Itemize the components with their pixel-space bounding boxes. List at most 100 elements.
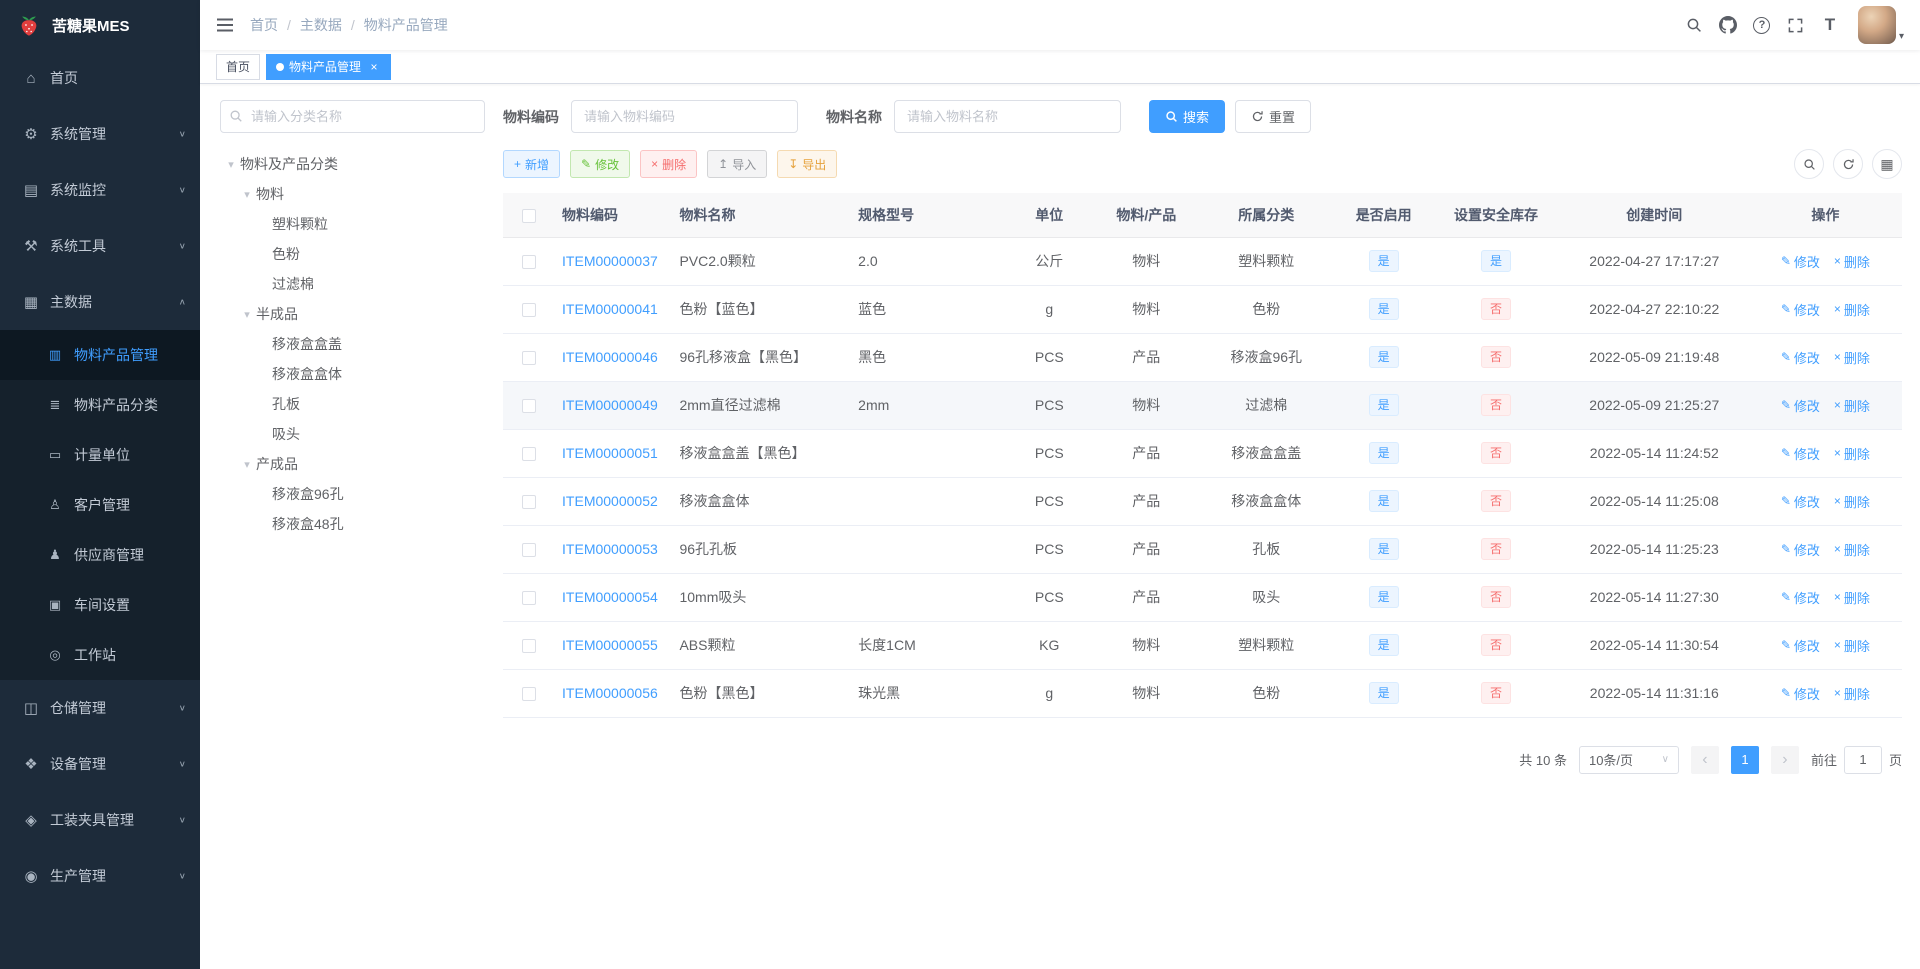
tree-node[interactable]: 色粉	[220, 239, 485, 269]
sidebar-toggle-icon[interactable]	[216, 17, 234, 33]
tree-node[interactable]: ▾ 产成品	[220, 449, 485, 479]
delete-row-button[interactable]: × 删除	[1834, 588, 1870, 607]
sidebar-item-production-management[interactable]: ◉ 生产管理 ∨	[0, 848, 200, 904]
sidebar-item-system-management[interactable]: ⚙ 系统管理 ∨	[0, 106, 200, 162]
font-size-icon[interactable]: T	[1814, 8, 1846, 42]
sidebar-item-customer-management[interactable]: ♙ 客户管理	[0, 480, 200, 530]
sidebar-item-tooling-fixture-management[interactable]: ◈ 工装夹具管理 ∨	[0, 792, 200, 848]
material-code-link[interactable]: ITEM00000037	[562, 253, 658, 269]
refresh-button[interactable]	[1833, 149, 1863, 179]
close-icon[interactable]: ×	[367, 60, 381, 74]
tree-node[interactable]: ▾ 半成品	[220, 299, 485, 329]
delete-row-button[interactable]: × 删除	[1834, 252, 1870, 271]
delete-row-button[interactable]: × 删除	[1834, 300, 1870, 319]
edit-row-button[interactable]: ✎ 修改	[1781, 684, 1820, 703]
tree-node[interactable]: 孔板	[220, 389, 485, 419]
sidebar-item-system-tools[interactable]: ⚒ 系统工具 ∨	[0, 218, 200, 274]
prev-page-button[interactable]: ‹	[1690, 745, 1719, 774]
sidebar-item-workstation[interactable]: ◎ 工作站	[0, 630, 200, 680]
github-icon[interactable]	[1712, 8, 1744, 42]
row-checkbox[interactable]	[521, 447, 536, 462]
edit-row-button[interactable]: ✎ 修改	[1781, 444, 1820, 463]
tree-expand-icon[interactable]: ▾	[238, 458, 256, 471]
tree-expand-icon[interactable]: ▾	[238, 308, 256, 321]
material-code-link[interactable]: ITEM00000052	[562, 493, 658, 509]
page-size-select[interactable]: 10条/页 ∨	[1578, 745, 1679, 774]
reset-button[interactable]: 重置	[1235, 100, 1312, 133]
delete-row-button[interactable]: × 删除	[1834, 348, 1870, 367]
edit-row-button[interactable]: ✎ 修改	[1781, 396, 1820, 415]
user-menu[interactable]: ▾	[1857, 6, 1904, 44]
sidebar-item-system-monitor[interactable]: ▤ 系统监控 ∨	[0, 162, 200, 218]
select-all-checkbox[interactable]	[521, 208, 536, 223]
page-number-button[interactable]: 1	[1730, 745, 1759, 774]
delete-row-button[interactable]: × 删除	[1834, 492, 1870, 511]
delete-row-button[interactable]: × 删除	[1834, 684, 1870, 703]
delete-row-button[interactable]: × 删除	[1834, 540, 1870, 559]
tree-node[interactable]: 吸头	[220, 419, 485, 449]
search-button[interactable]: 搜索	[1149, 100, 1226, 133]
row-checkbox[interactable]	[521, 591, 536, 606]
material-code-link[interactable]: ITEM00000056	[562, 685, 658, 701]
row-checkbox[interactable]	[521, 303, 536, 318]
edit-row-button[interactable]: ✎ 修改	[1781, 300, 1820, 319]
sidebar-item-workshop-settings[interactable]: ▣ 车间设置	[0, 580, 200, 630]
row-checkbox[interactable]	[521, 495, 536, 510]
tree-node[interactable]: 移液盒盒体	[220, 359, 485, 389]
row-checkbox[interactable]	[521, 351, 536, 366]
tab-home[interactable]: 首页	[216, 53, 261, 80]
tree-node[interactable]: 塑料颗粒	[220, 209, 485, 239]
row-checkbox[interactable]	[521, 639, 536, 654]
breadcrumb-master-data[interactable]: 主数据	[278, 15, 342, 35]
material-code-link[interactable]: ITEM00000053	[562, 541, 658, 557]
search-icon[interactable]	[1678, 8, 1710, 42]
edit-row-button[interactable]: ✎ 修改	[1781, 636, 1820, 655]
delete-row-button[interactable]: × 删除	[1834, 396, 1870, 415]
add-button[interactable]: + 新增	[503, 150, 561, 178]
toggle-search-button[interactable]	[1794, 149, 1824, 179]
tree-node[interactable]: ▾ 物料及产品分类	[220, 149, 485, 179]
row-checkbox[interactable]	[521, 687, 536, 702]
material-code-link[interactable]: ITEM00000054	[562, 589, 658, 605]
material-code-link[interactable]: ITEM00000049	[562, 397, 658, 413]
sidebar-item-warehouse-management[interactable]: ◫ 仓储管理 ∨	[0, 680, 200, 736]
tree-expand-icon[interactable]: ▾	[238, 188, 256, 201]
tree-expand-icon[interactable]: ▾	[222, 158, 240, 171]
row-checkbox[interactable]	[521, 255, 536, 270]
delete-row-button[interactable]: × 删除	[1834, 636, 1870, 655]
export-button[interactable]: ↧ 导出	[777, 150, 838, 178]
material-code-link[interactable]: ITEM00000051	[562, 445, 658, 461]
edit-row-button[interactable]: ✎ 修改	[1781, 540, 1820, 559]
material-code-link[interactable]: ITEM00000041	[562, 301, 658, 317]
edit-row-button[interactable]: ✎ 修改	[1781, 348, 1820, 367]
sidebar-item-material-product-category[interactable]: ≣ 物料产品分类	[0, 380, 200, 430]
delete-button[interactable]: × 删除	[640, 150, 698, 178]
tab-material-product[interactable]: 物料产品管理 ×	[266, 53, 392, 80]
columns-button[interactable]: ▦	[1872, 149, 1902, 179]
material-code-link[interactable]: ITEM00000055	[562, 637, 658, 653]
help-icon[interactable]: ?	[1746, 8, 1778, 42]
next-page-button[interactable]: ›	[1770, 745, 1799, 774]
edit-button[interactable]: ✎ 修改	[570, 150, 631, 178]
goto-page-input[interactable]	[1843, 745, 1882, 774]
row-checkbox[interactable]	[521, 543, 536, 558]
tree-node[interactable]: 过滤棉	[220, 269, 485, 299]
sidebar-item-measurement-unit[interactable]: ▭ 计量单位	[0, 430, 200, 480]
delete-row-button[interactable]: × 删除	[1834, 444, 1870, 463]
fullscreen-icon[interactable]	[1780, 8, 1812, 42]
sidebar-item-material-product-management[interactable]: ▥ 物料产品管理	[0, 330, 200, 380]
sidebar-item-supplier-management[interactable]: ♟ 供应商管理	[0, 530, 200, 580]
edit-row-button[interactable]: ✎ 修改	[1781, 492, 1820, 511]
sidebar-item-master-data[interactable]: ▦ 主数据 ∧	[0, 274, 200, 330]
sidebar-item-equipment-management[interactable]: ❖ 设备管理 ∨	[0, 736, 200, 792]
row-checkbox[interactable]	[521, 399, 536, 414]
material-code-link[interactable]: ITEM00000046	[562, 349, 658, 365]
category-search-input[interactable]	[220, 100, 485, 133]
tree-node[interactable]: 移液盒48孔	[220, 509, 485, 539]
material-code-input[interactable]	[571, 100, 798, 133]
edit-row-button[interactable]: ✎ 修改	[1781, 588, 1820, 607]
import-button[interactable]: ↥ 导入	[707, 150, 768, 178]
tree-node[interactable]: 移液盒盒盖	[220, 329, 485, 359]
breadcrumb-home[interactable]: 首页	[250, 15, 278, 35]
material-name-input[interactable]	[894, 100, 1121, 133]
